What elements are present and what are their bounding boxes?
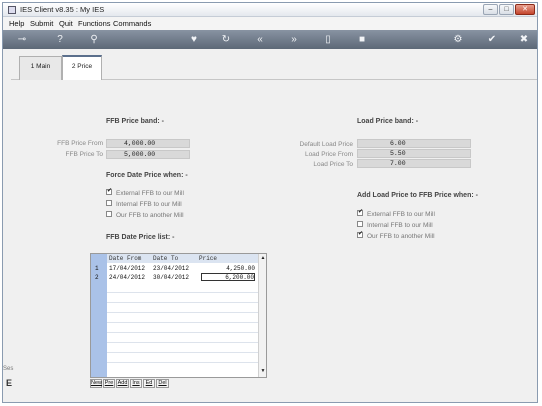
date-to-cell[interactable]: 23/04/2012: [153, 264, 189, 273]
grid-line: [107, 352, 258, 353]
force-external-option[interactable]: External FFB to our Mill: [106, 187, 184, 197]
load-price-to-label: Load Price To: [313, 161, 353, 168]
stop-icon[interactable]: ■: [355, 33, 369, 46]
force-date-price-title: Force Date Price when: -: [106, 172, 188, 179]
settings-icon[interactable]: ⚙: [451, 33, 465, 46]
menu-submit[interactable]: Submit: [30, 19, 53, 28]
force-internal-option[interactable]: Internal FFB to our Mill: [106, 200, 182, 208]
add-external-option[interactable]: External FFB to our Mill: [357, 208, 435, 218]
close-button[interactable]: ✕: [515, 4, 535, 15]
confirm-icon[interactable]: ✔: [485, 33, 499, 46]
checkbox[interactable]: [357, 221, 363, 228]
app-icon: [8, 6, 16, 14]
checkbox-checked[interactable]: [357, 208, 363, 217]
maximize-button[interactable]: □: [499, 4, 514, 15]
checkbox[interactable]: [106, 200, 112, 207]
side-panel-mark: E: [6, 378, 13, 388]
side-panel-label: Ses: [3, 366, 14, 372]
tab-main[interactable]: 1 Main: [19, 56, 62, 80]
column-date-from[interactable]: Date From: [109, 254, 141, 263]
ffb-price-from-label: FFB Price From: [57, 140, 103, 147]
table-row[interactable]: 1 17/04/2012 23/04/2012 4,250.00: [91, 264, 258, 273]
insert-button[interactable]: Ins: [130, 379, 142, 388]
default-load-price-label: Default Load Price: [299, 141, 353, 148]
force-our-ffb-option[interactable]: Our FFB to another Mill: [106, 211, 184, 219]
ffb-price-band-title: FFB Price band: -: [106, 118, 164, 125]
grid-header: Date From Date To Price: [107, 254, 258, 263]
checkbox-checked[interactable]: [357, 230, 363, 239]
grid-line: [107, 312, 258, 313]
minimize-button[interactable]: –: [483, 4, 498, 15]
cancel-icon[interactable]: ✖: [517, 33, 531, 46]
load-price-from-label: Load Price From: [304, 151, 353, 158]
column-date-to[interactable]: Date To: [153, 254, 178, 263]
grid-line: [107, 362, 258, 363]
previous-button[interactable]: Pre: [103, 379, 115, 388]
help-icon[interactable]: ?: [53, 33, 67, 46]
checkbox[interactable]: [106, 211, 112, 218]
column-price[interactable]: Price: [199, 254, 217, 263]
refresh-icon[interactable]: ↻: [219, 33, 233, 46]
ffb-price-from-field[interactable]: 4,000.00: [106, 139, 190, 148]
rewind-icon[interactable]: «: [253, 33, 267, 46]
date-price-grid[interactable]: Date From Date To Price 1 17/04/2012 23/…: [90, 253, 267, 378]
checkbox-checked[interactable]: [106, 187, 112, 196]
row-number: 1: [95, 265, 99, 272]
grid-line: [107, 322, 258, 323]
add-button[interactable]: Add: [116, 379, 129, 388]
fast-forward-icon[interactable]: »: [287, 33, 301, 46]
toolbar: ⊸ ? ⚲ ♥ ↻ « » ▯ ■ ⚙ ✔ ✖: [3, 30, 537, 49]
default-load-price-field[interactable]: 6.00: [357, 139, 471, 148]
tab-strip: 1 Main 2 Price: [11, 50, 537, 80]
ffb-date-price-list-title: FFB Date Price list: -: [106, 234, 175, 241]
menu-quit[interactable]: Quit: [59, 19, 73, 28]
add-internal-option[interactable]: Internal FFB to our Mill: [357, 221, 433, 229]
heart-icon[interactable]: ♥: [187, 33, 201, 46]
app-window: IES Client v8.35 : My IES – □ ✕ Help Sub…: [2, 2, 538, 403]
grid-line: [107, 302, 258, 303]
scroll-down-icon[interactable]: ▼: [260, 368, 266, 375]
table-row[interactable]: 2 24/04/2012 30/04/2012 6,200.00: [91, 273, 258, 282]
delete-button[interactable]: Del: [156, 379, 169, 388]
date-to-cell[interactable]: 30/04/2012: [153, 273, 189, 282]
load-price-band-title: Load Price band: -: [357, 118, 419, 125]
edit-button[interactable]: Ed: [143, 379, 155, 388]
date-from-cell[interactable]: 17/04/2012: [109, 264, 145, 273]
scroll-up-icon[interactable]: ▲: [260, 255, 266, 262]
page-icon[interactable]: ▯: [321, 33, 335, 46]
load-price-to-field[interactable]: 7.00: [357, 159, 471, 168]
add-load-price-title: Add Load Price to FFB Price when: -: [357, 192, 478, 199]
ffb-price-to-field[interactable]: 5,000.00: [106, 150, 190, 159]
key-icon[interactable]: ⊸: [11, 33, 33, 46]
load-price-from-field[interactable]: 5.50: [357, 149, 471, 158]
ffb-price-to-label: FFB Price To: [65, 151, 103, 158]
add-our-ffb-option[interactable]: Our FFB to another Mill: [357, 230, 435, 240]
grid-line: [107, 292, 258, 293]
menu-functions[interactable]: Functions: [78, 19, 111, 28]
menu-bar: Help Submit Quit Functions Commands: [3, 17, 537, 30]
price-panel: FFB Price band: - FFB Price From 4,000.0…: [11, 80, 537, 400]
date-from-cell[interactable]: 24/04/2012: [109, 273, 145, 282]
price-cell-selected[interactable]: 6,200.00: [201, 273, 255, 281]
price-cell[interactable]: 4,250.00: [201, 264, 255, 273]
grid-line: [107, 332, 258, 333]
row-number: 2: [95, 274, 99, 281]
menu-help[interactable]: Help: [9, 19, 24, 28]
search-icon[interactable]: ⚲: [87, 33, 101, 46]
tab-price[interactable]: 2 Price: [62, 55, 102, 80]
vertical-scrollbar[interactable]: ▲ ▼: [258, 254, 266, 377]
grid-line: [107, 342, 258, 343]
title-bar: IES Client v8.35 : My IES – □ ✕: [3, 3, 537, 17]
new-button[interactable]: New: [90, 379, 102, 388]
window-title: IES Client v8.35 : My IES: [20, 5, 105, 14]
menu-commands[interactable]: Commands: [113, 19, 151, 28]
